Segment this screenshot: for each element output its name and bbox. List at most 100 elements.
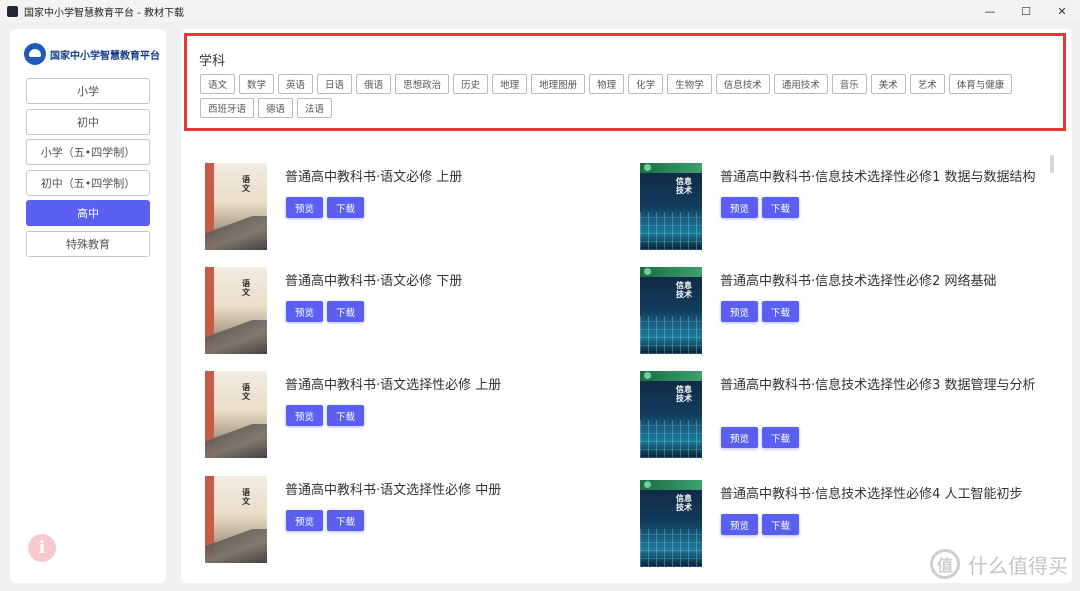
preview-button[interactable]: 预览 (721, 197, 758, 218)
close-button[interactable]: ✕ (1044, 0, 1080, 22)
window-controls: — ☐ ✕ (972, 0, 1080, 22)
subject-tag[interactable]: 数学 (239, 74, 275, 94)
logo-text: 国家中小学智慧教育平台 (50, 50, 160, 62)
nav-item-primary[interactable]: 小学 (26, 78, 150, 104)
subject-filter: 学科 语文 数学 英语 日语 俄语 思想政治 历史 地理 地理图册 物理 化学 生物学 信息技术 通用技术… (184, 33, 1066, 131)
preview-button[interactable]: 预览 (721, 427, 758, 448)
cover-art (205, 424, 267, 458)
book-actions: 预览 下载 (286, 301, 364, 322)
info-icon[interactable]: i (28, 534, 56, 562)
maximize-button[interactable]: ☐ (1008, 0, 1044, 22)
subject-tag[interactable]: 地理 (492, 74, 528, 94)
scrollbar[interactable] (1050, 155, 1054, 173)
book-title: 普通高中教科书·信息技术选择性必修1 数据与数据结构 (720, 170, 1036, 185)
book-item: 信息技术 普通高中教科书·信息技术选择性必修2 网络基础预览 下载 (640, 267, 1060, 357)
cover-emblem (644, 164, 651, 171)
minimize-button[interactable]: — (972, 0, 1008, 22)
download-button[interactable]: 下载 (327, 197, 364, 218)
nav-item-senior[interactable]: 高中 (26, 200, 150, 226)
download-button[interactable]: 下载 (327, 510, 364, 531)
stage-nav: 小学 初中 小学（五•四学制） 初中（五•四学制） 高中 特殊教育 (26, 78, 150, 261)
book-title: 普通高中教科书·语文必修 下册 (285, 274, 463, 289)
download-button[interactable]: 下载 (762, 427, 799, 448)
subject-tag[interactable]: 生物学 (667, 74, 712, 94)
book-actions: 预览 下载 (286, 197, 364, 218)
watermark: 值 什么值得买 (930, 549, 1068, 579)
subject-tag[interactable]: 信息技术 (715, 74, 770, 94)
sidebar: 国家中小学智慧教育平台 小学 初中 小学（五•四学制） 初中（五•四学制） 高中… (10, 29, 166, 583)
book-cover[interactable]: 语文 (205, 371, 267, 458)
cover-art (640, 316, 702, 354)
nav-item-junior[interactable]: 初中 (26, 108, 150, 135)
nav-item-primary-54[interactable]: 小学（五•四学制） (26, 139, 150, 165)
window-title: 国家中小学智慧教育平台 - 教材下载 (24, 7, 184, 19)
subject-tag[interactable]: 日语 (317, 74, 353, 94)
book-cover[interactable]: 信息技术 (640, 163, 702, 250)
subject-tag[interactable]: 语文 (200, 74, 236, 94)
preview-button[interactable]: 预览 (721, 301, 758, 322)
preview-button[interactable]: 预览 (286, 301, 323, 322)
app-icon (7, 5, 18, 17)
subject-tag[interactable]: 历史 (453, 74, 489, 94)
book-cover[interactable]: 信息技术 (640, 371, 702, 458)
title-bar: 国家中小学智慧教育平台 - 教材下载 — ☐ ✕ (0, 0, 1080, 22)
download-button[interactable]: 下载 (762, 197, 799, 218)
preview-button[interactable]: 预览 (286, 510, 323, 531)
subject-tag[interactable]: 化学 (628, 74, 664, 94)
book-cover[interactable]: 语文 (205, 163, 267, 250)
book-cover[interactable]: 信息技术 (640, 480, 702, 567)
book-item: 语文 普通高中教科书·语文必修 上册 预览 下载 (205, 163, 625, 253)
book-actions: 预览 下载 (721, 197, 799, 218)
watermark-text: 什么值得买 (968, 553, 1068, 578)
book-item: 语文 普通高中教科书·语文必修 下册预览 下载 (205, 267, 625, 357)
subject-title: 学科 (199, 54, 226, 69)
download-button[interactable]: 下载 (327, 301, 364, 322)
nav-item-special[interactable]: 特殊教育 (26, 230, 150, 257)
cover-title: 信息技术 (676, 494, 692, 512)
download-button[interactable]: 下载 (762, 514, 799, 535)
book-item: 信息技术 普通高中教科书·信息技术选择性必修3 数据管理与分析 预览 下载 (640, 371, 1060, 461)
book-item: 语文 普通高中教科书·语文选择性必修 中册 预览 下载 (205, 476, 625, 566)
cover-title: 语文 (242, 175, 250, 193)
cover-title: 信息技术 (676, 281, 692, 299)
subject-tag[interactable]: 思想政治 (395, 74, 450, 94)
book-cover[interactable]: 信息技术 (640, 267, 702, 354)
cover-art (640, 529, 702, 567)
subject-tag[interactable]: 艺术 (909, 74, 945, 94)
subject-tag[interactable]: 通用技术 (773, 74, 828, 94)
cover-title: 信息技术 (676, 177, 692, 195)
cover-title: 语文 (242, 488, 250, 506)
cover-art (640, 212, 702, 250)
book-title: 普通高中教科书·语文选择性必修 上册 (285, 378, 502, 393)
cover-title: 信息技术 (676, 385, 692, 403)
subject-tag[interactable]: 德语 (258, 98, 294, 118)
subject-tag[interactable]: 法语 (297, 98, 333, 118)
cover-title: 语文 (242, 279, 250, 297)
nav-item-junior-54[interactable]: 初中（五•四学制） (26, 169, 150, 196)
preview-button[interactable]: 预览 (286, 197, 323, 218)
cover-art (205, 216, 267, 250)
subject-tag[interactable]: 音乐 (831, 74, 867, 94)
subject-tag[interactable]: 英语 (278, 74, 314, 94)
subject-tag[interactable]: 物理 (589, 74, 625, 94)
subject-tag[interactable]: 俄语 (356, 74, 392, 94)
cover-art (205, 320, 267, 354)
watermark-icon: 值 (930, 549, 960, 579)
download-button[interactable]: 下载 (762, 301, 799, 322)
cover-art (640, 420, 702, 458)
book-title: 普通高中教科书·信息技术选择性必修2 网络基础 (720, 274, 997, 289)
cover-emblem (644, 372, 651, 379)
book-cover[interactable]: 语文 (205, 476, 267, 563)
preview-button[interactable]: 预览 (721, 514, 758, 535)
book-actions: 预览 下载 (721, 427, 799, 448)
book-actions: 预览 下载 (286, 405, 364, 426)
book-cover[interactable]: 语文 (205, 267, 267, 354)
subject-tag[interactable]: 地理图册 (531, 74, 586, 94)
subject-tag[interactable]: 体育与健康 (948, 74, 1013, 94)
subject-tag[interactable]: 美术 (870, 74, 906, 94)
download-button[interactable]: 下载 (327, 405, 364, 426)
cover-emblem (644, 268, 651, 275)
subject-tag[interactable]: 西班牙语 (200, 98, 255, 118)
book-item: 语文 普通高中教科书·语文选择性必修 上册预览 下载 (205, 371, 625, 461)
preview-button[interactable]: 预览 (286, 405, 323, 426)
